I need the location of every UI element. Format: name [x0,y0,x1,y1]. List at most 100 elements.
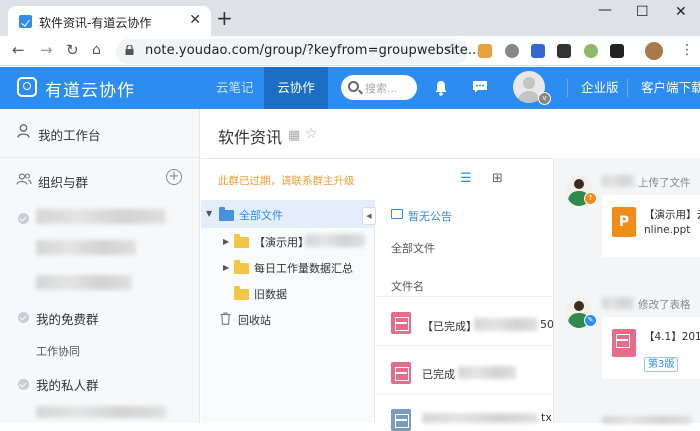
add-group-button[interactable]: + [166,169,182,185]
calendar-icon[interactable]: ▦ [288,128,300,143]
tree-item-label: 回收站 [238,314,271,327]
sidebar: 我的工作台 组织与群 + 我的免费群 工作协同 我的私人群 [0,109,200,423]
trash-icon [220,312,231,325]
all-files-label: 全部文件 [391,242,435,255]
enterprise-link[interactable]: 企业版 [581,67,619,109]
tree-item-label: 每日工作量数据汇总 [254,262,353,275]
browser-tabstrip: 软件资讯-有道云协作 ✕ + — ☐ ✕ [0,0,700,36]
maximize-button[interactable]: ☐ [636,4,649,20]
sidebar-item-free-group[interactable]: 我的免费群 [36,309,99,328]
feed-card-title: 【4.1】2016 [644,331,700,343]
ppt-file-icon: P [612,207,636,237]
extension-icon[interactable] [584,44,598,58]
file-list: 暂无公告 全部文件 文件名 【已完成】 50 已完成 tx [376,200,554,431]
tree-item-label: 【演示用】 [254,236,309,249]
download-client-link[interactable]: 客户端下载 [641,67,700,109]
back-icon[interactable]: ← [12,41,25,59]
tree-item-daily-stats[interactable]: ▶ 每日工作量数据汇总 [201,254,375,280]
tree-item-label: 旧数据 [254,288,287,301]
announcement-icon [391,209,403,219]
redacted-group-name[interactable] [36,240,136,255]
caret-right-icon[interactable]: ▶ [223,237,229,246]
redacted-group-name[interactable] [36,275,132,290]
caret-right-icon[interactable]: ▶ [223,263,229,272]
home-icon[interactable]: ⌂ [92,41,101,59]
upload-badge-icon: ↑ [584,192,597,205]
extension-icon[interactable] [478,44,492,58]
folder-icon [234,234,249,248]
sidebar-item-work-collab[interactable]: 工作协同 [36,343,80,359]
search-input[interactable]: 搜索... [341,75,417,100]
collapse-tree-button[interactable]: ◀ [362,207,376,225]
brand-logo-icon [17,77,37,97]
tab-title: 软件资讯-有道云协作 [39,16,152,30]
file-row[interactable]: tx [376,395,552,431]
file-name: 【已完成】 [422,320,477,333]
grid-view-icon[interactable]: ⊞ [492,171,503,186]
forward-icon[interactable]: → [40,41,53,59]
tree-item-recycle-bin[interactable]: 回收站 [201,306,375,332]
group-status-icon [18,379,29,390]
file-name-suffix: 50 [540,318,554,331]
extension-icon[interactable] [610,44,624,58]
sidebar-item-private-group[interactable]: 我的私人群 [36,375,99,394]
group-icon [16,173,32,185]
address-bar[interactable]: note.youdao.com/group/?keyfrom=groupwebs… [116,39,480,64]
extension-icon[interactable] [505,44,519,58]
file-row[interactable]: 已完成 [376,346,552,394]
app-header: 有道云协作 云笔记 云协作 搜索... v 企业版 客户端下载 [0,67,700,109]
caret-down-icon[interactable]: ▼ [206,209,212,218]
bookmark-star-icon[interactable]: ☆ [445,42,458,58]
browser-toolbar: ← → ↻ ⌂ note.youdao.com/group/?keyfrom=g… [0,36,700,66]
feed-card[interactable]: P 【演示用】云 nline.ppt [602,195,700,257]
tree-item-all-files[interactable]: ▼ 全部文件 [201,200,375,228]
bell-icon[interactable] [434,80,448,96]
brand-name[interactable]: 有道云协作 [45,76,135,101]
file-row[interactable]: 【已完成】 50 [376,297,554,345]
tree-item-old-data[interactable]: 旧数据 [201,280,375,306]
redacted-group-name[interactable] [36,209,166,224]
browser-tab[interactable]: 软件资讯-有道云协作 ✕ [8,6,211,36]
profile-avatar[interactable] [645,42,663,60]
feed-action: 上传了文件 [638,177,691,189]
divider [201,158,552,159]
tab-close-icon[interactable]: ✕ [189,12,201,28]
nav-cloud-notes[interactable]: 云笔记 [216,67,254,109]
minimize-button[interactable]: — [598,2,612,18]
redacted-user-name [602,297,634,309]
divider [627,79,628,97]
reload-icon[interactable]: ↻ [66,41,79,59]
folder-icon [234,286,249,300]
tree-item-label: 全部文件 [239,209,283,222]
column-header-name[interactable]: 文件名 [391,278,424,294]
extension-icon[interactable] [557,44,571,58]
new-tab-button[interactable]: + [216,8,233,28]
group-status-icon [18,213,29,224]
spreadsheet-file-icon [391,362,411,384]
sidebar-item-label: 组织与群 [38,175,89,190]
favorite-star-icon[interactable]: ☆ [305,126,318,142]
folder-icon [234,260,249,274]
extension-icon[interactable] [531,44,545,58]
list-view-icon[interactable]: ☰ [460,171,472,186]
search-placeholder: 搜索... [365,82,398,95]
nav-cloud-collab[interactable]: 云协作 [264,67,328,109]
close-window-button[interactable]: ✕ [675,4,687,20]
browser-menu-icon[interactable]: ⋮ [680,41,694,59]
tree-item-demo[interactable]: ▶ 【演示用】 [201,228,375,254]
feed-card[interactable]: 【4.1】2016 第3版 [602,317,700,379]
spreadsheet-file-icon [391,312,411,334]
url-text: note.youdao.com/group/?keyfrom=groupwebs… [145,43,481,58]
activity-feed: ↑ 上传了文件 P 【演示用】云 nline.ppt ✎ 修改了表格 【4.1】… [553,158,700,424]
youdao-favicon-icon [19,15,32,28]
group-status-icon [18,312,29,323]
file-name-suffix: tx [541,411,552,424]
redacted-file-name [422,413,538,423]
search-icon [348,81,359,92]
spreadsheet-file-icon [612,329,636,357]
redacted-user-name [602,175,634,187]
sidebar-item-workspace[interactable]: 我的工作台 [0,109,199,157]
edit-badge-icon: ✎ [584,314,597,327]
redacted-group-name[interactable] [36,406,166,418]
message-icon[interactable] [472,80,488,93]
